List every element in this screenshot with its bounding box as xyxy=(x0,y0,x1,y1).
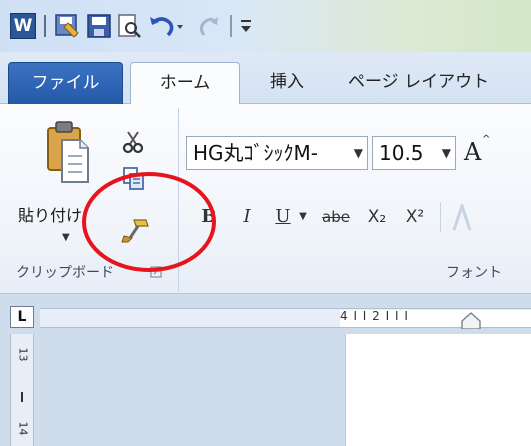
tab-page-layout[interactable]: ページ レイアウト xyxy=(348,62,489,104)
tab-file[interactable]: ファイル xyxy=(8,62,123,104)
paste-dropdown-arrow[interactable]: ▼ xyxy=(62,232,70,243)
indent-marker-icon[interactable] xyxy=(460,311,482,329)
chevron-down-icon[interactable]: ▼ xyxy=(296,202,310,232)
font-group-label: フォント xyxy=(446,265,502,281)
redo-icon[interactable] xyxy=(196,13,222,39)
font-size-combo[interactable]: 10.5 ▼ xyxy=(372,136,456,170)
font-size-value: 10.5 xyxy=(379,141,424,165)
word-app-icon[interactable]: W xyxy=(10,13,36,39)
font-name-value: HG丸ｺﾞｼｯｸM- xyxy=(193,141,319,165)
italic-button[interactable]: I xyxy=(234,202,260,232)
font-name-combo[interactable]: HG丸ｺﾞｼｯｸM- ▼ xyxy=(186,136,368,170)
underline-button[interactable]: U xyxy=(270,202,296,232)
print-preview-icon[interactable] xyxy=(116,13,142,39)
qat-separator xyxy=(230,15,232,37)
strikethrough-button[interactable]: abe xyxy=(316,202,356,232)
paste-icon[interactable] xyxy=(46,118,90,186)
horizontal-ruler[interactable]: 4 I I 2 I I I xyxy=(40,308,531,329)
save-icon[interactable] xyxy=(86,13,112,39)
ribbon-home: 貼り付け ▼ クリップボード HG丸ｺﾞｼｯｸM- ▼ 10.5 ▼ A ^ B… xyxy=(0,104,531,294)
cut-icon[interactable] xyxy=(122,130,144,154)
undo-icon[interactable] xyxy=(148,13,184,39)
vertical-ruler-number: 13 xyxy=(16,347,30,362)
superscript-button[interactable]: X² xyxy=(400,202,430,232)
highlight-circle-annotation xyxy=(82,172,216,272)
title-bar: W xyxy=(0,0,531,52)
tab-selector-button[interactable]: L xyxy=(10,306,34,328)
ruler-tick xyxy=(21,392,23,402)
clipboard-group-label: クリップボード xyxy=(16,265,114,281)
toolbar-separator xyxy=(440,202,441,232)
save-as-icon[interactable] xyxy=(54,13,80,39)
vertical-ruler[interactable]: 13 14 xyxy=(10,334,34,446)
tab-insert[interactable]: 挿入 xyxy=(270,62,304,104)
chevron-down-icon[interactable]: ▼ xyxy=(354,137,363,169)
chevron-down-icon[interactable]: ▼ xyxy=(442,137,451,169)
grow-font-button[interactable]: A xyxy=(464,138,481,166)
customize-icon[interactable] xyxy=(238,13,254,39)
ribbon-tab-row: ファイル ホーム 挿入 ページ レイアウト xyxy=(0,52,531,105)
subscript-button[interactable]: X₂ xyxy=(362,202,392,232)
document-area: L 4 I I 2 I I I 13 14 xyxy=(0,294,531,446)
grow-font-caret-icon: ^ xyxy=(482,134,491,145)
tab-home[interactable]: ホーム xyxy=(130,62,240,105)
vertical-ruler-number: 14 xyxy=(16,421,30,436)
qat-separator xyxy=(44,15,46,37)
ruler-marks: 4 I I 2 I I I xyxy=(340,309,409,323)
text-effects-icon[interactable] xyxy=(450,204,472,232)
document-page[interactable] xyxy=(345,334,531,446)
paste-button-label[interactable]: 貼り付け xyxy=(18,202,82,226)
